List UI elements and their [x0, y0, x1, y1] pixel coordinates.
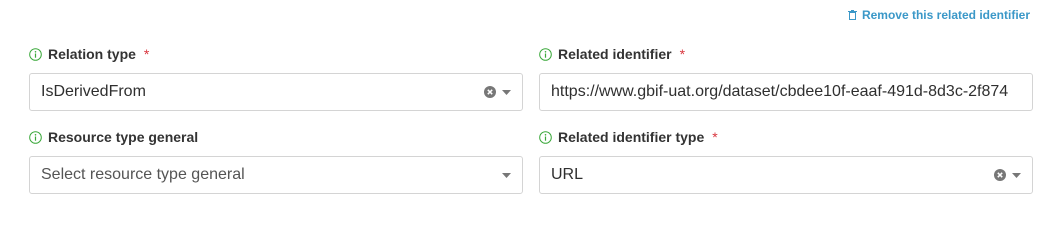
resource-type-general-label-text: Resource type general [48, 129, 199, 145]
relation-type-select[interactable]: IsDerivedFrom [29, 73, 523, 111]
related-identifier-type-label: Related identifier type * [539, 128, 1033, 146]
clear-icon[interactable] [994, 169, 1006, 181]
chevron-down-icon[interactable] [502, 172, 511, 178]
related-identifier-type-field: Related identifier type * URL [539, 128, 1033, 194]
required-marker: * [712, 129, 718, 145]
remove-link-label: Remove this related identifier [861, 8, 1030, 22]
related-identifier-input-wrap [539, 73, 1033, 111]
resource-type-general-placeholder: Select resource type general [41, 166, 245, 183]
required-marker: * [679, 46, 686, 62]
related-identifier-input[interactable] [551, 83, 1021, 101]
chevron-down-icon[interactable] [1012, 172, 1021, 178]
related-identifier-label-text: Related identifier [558, 46, 672, 62]
trash-icon [847, 10, 857, 20]
related-identifier-field: Related identifier * [539, 45, 1033, 111]
info-icon[interactable] [29, 130, 42, 144]
relation-type-value: IsDerivedFrom [41, 83, 146, 100]
info-icon[interactable] [539, 130, 552, 144]
related-identifier-type-label-text: Related identifier type [558, 129, 705, 145]
resource-type-general-field: Resource type general Select resource ty… [29, 128, 523, 194]
info-icon[interactable] [539, 47, 552, 61]
resource-type-general-label: Resource type general [29, 128, 523, 146]
relation-type-label: Relation type * [29, 45, 523, 63]
related-identifier-label: Related identifier * [539, 45, 1033, 63]
resource-type-general-select[interactable]: Select resource type general [29, 156, 523, 194]
related-identifier-type-value: URL [551, 166, 584, 183]
required-marker: * [143, 46, 150, 62]
remove-related-identifier-link[interactable]: Remove this related identifier [847, 8, 1030, 22]
relation-type-field: Relation type * IsDerivedFrom [29, 45, 523, 111]
chevron-down-icon[interactable] [502, 89, 511, 95]
related-identifier-type-select[interactable]: URL [539, 156, 1033, 194]
relation-type-label-text: Relation type [48, 46, 136, 62]
clear-icon[interactable] [484, 86, 496, 98]
info-icon[interactable] [29, 47, 42, 61]
